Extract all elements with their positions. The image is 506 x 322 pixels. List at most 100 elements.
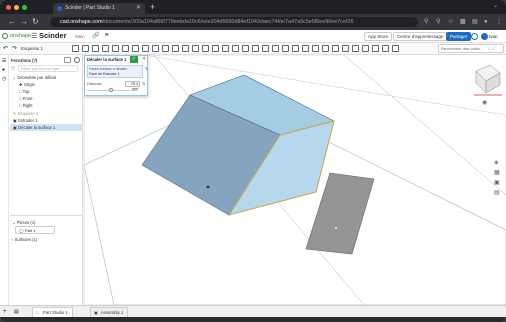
redo-icon[interactable]: ↷ <box>12 45 17 53</box>
browser-tab[interactable]: Scinder | Part Studio 1 ✕ <box>53 3 145 14</box>
boolean-tool-icon[interactable] <box>202 45 209 52</box>
feature-filter-input[interactable]: Filtrer par nom ou type <box>18 65 78 72</box>
tab-search-chevron-icon[interactable]: ⌄ <box>493 2 498 9</box>
user-name[interactable]: Ivan <box>489 33 498 40</box>
replace-face-tool-icon[interactable] <box>292 45 299 52</box>
add-custom-tool-icon[interactable] <box>392 45 399 52</box>
split-tool-icon[interactable] <box>212 45 219 52</box>
feature-item-extrude[interactable]: ▣ Extruder 1 <box>13 117 37 124</box>
insert-tab-icon[interactable]: + <box>3 307 7 317</box>
feature-item-sketch[interactable]: ✎ Esquisse 1 <box>13 110 38 117</box>
collapse-panel-icon[interactable] <box>64 57 71 63</box>
maximize-window-icon[interactable] <box>22 5 27 10</box>
bookmark-star-icon[interactable]: ☆ <box>448 17 453 27</box>
section-view-tool-icon[interactable] <box>332 45 339 52</box>
helix-tool-icon[interactable] <box>242 45 249 52</box>
custom-feature-tool-icon[interactable] <box>352 45 359 52</box>
display-tool-icon[interactable] <box>362 45 369 52</box>
browser-menu-icon[interactable]: ⋮ <box>496 17 502 27</box>
document-title[interactable]: Scinder <box>39 31 67 41</box>
section-icon[interactable]: ▦ <box>494 169 500 176</box>
sweep-tool-icon[interactable] <box>92 45 99 52</box>
transform-tool-icon[interactable] <box>222 45 229 52</box>
variable-tool-icon[interactable] <box>342 45 349 52</box>
app-store-button[interactable]: App Store <box>364 32 393 41</box>
fillet-tool-icon[interactable] <box>122 45 129 52</box>
branch-label[interactable]: Main <box>75 33 85 40</box>
minimize-window-icon[interactable] <box>14 5 19 10</box>
parts-group[interactable]: ⌄ Pièces (1) <box>12 219 36 226</box>
onshape-brand[interactable]: onshape <box>10 32 31 41</box>
origin-item[interactable]: ✚ Origin <box>19 81 35 88</box>
surfaces-group[interactable]: › Surfaces (1) <box>12 236 37 243</box>
tab-part-studio[interactable]: □ Part Studio 1 <box>32 307 73 317</box>
sketch-tool-button[interactable]: Esquisse 1 <box>21 45 43 53</box>
mirror-tool-icon[interactable] <box>192 45 199 52</box>
loft-tool-icon[interactable] <box>102 45 109 52</box>
faces-selection-field[interactable]: Faces surface à décaler Face de Extruder… <box>87 65 143 78</box>
profile-icon[interactable]: ● <box>484 17 488 27</box>
undo-icon[interactable]: ↶ <box>3 45 8 53</box>
view-cube[interactable] <box>474 64 502 96</box>
materials-icon[interactable]: ▣ <box>494 179 500 186</box>
tab-assembly[interactable]: ▣ Assembly 1 <box>90 307 129 317</box>
filter-icon[interactable]: ▽ <box>11 66 15 72</box>
rib-tool-icon[interactable] <box>152 45 159 52</box>
share-button[interactable]: Partager <box>446 32 472 41</box>
url-field[interactable]: cad.onshape.com/documents/300a104af66f77… <box>50 17 418 27</box>
avatar[interactable] <box>481 33 488 40</box>
draft-tool-icon[interactable] <box>142 45 149 52</box>
feature-item-offset-surface[interactable]: ▣ Décaler la surface 1 <box>10 124 82 131</box>
move-face-tool-icon[interactable] <box>282 45 289 52</box>
versions-icon[interactable]: ⚑ <box>104 32 109 41</box>
rollback-clock-icon[interactable] <box>74 57 80 63</box>
menu-hamburger-icon[interactable]: ☰ <box>31 32 37 41</box>
appearance-icon[interactable]: ◈ <box>494 159 499 166</box>
reading-list-icon[interactable]: ▤ <box>472 17 478 27</box>
features-header[interactable]: Fonctions (7) <box>11 57 37 64</box>
tab-manager-icon[interactable]: ▤ <box>14 307 19 317</box>
mass-properties-icon[interactable]: ▤ <box>494 189 500 196</box>
distance-input[interactable]: 25.4 mm <box>125 81 140 91</box>
hole-tool-icon[interactable] <box>172 45 179 52</box>
sheet-metal-tool-icon[interactable] <box>302 45 309 52</box>
fill-tool-icon[interactable] <box>262 45 269 52</box>
offset-surface-tool-icon[interactable] <box>252 45 259 52</box>
tool-search-input[interactable]: Rechercher des outils... ⌥ C <box>438 44 504 53</box>
forward-arrow-icon[interactable]: → <box>20 17 28 27</box>
plane-item-front[interactable]: □ Front <box>19 95 32 102</box>
render-tool-icon[interactable] <box>382 45 389 52</box>
link-icon[interactable]: 🔗 <box>92 32 99 41</box>
view-tool-icon[interactable] <box>372 45 379 52</box>
delete-face-tool-icon[interactable] <box>272 45 279 52</box>
opposite-direction-icon[interactable]: ⇅ <box>142 81 145 86</box>
flip-direction-icon[interactable]: ⇅ <box>145 66 148 71</box>
close-window-icon[interactable] <box>6 5 11 10</box>
comments-icon[interactable]: ● <box>2 67 5 73</box>
help-icon[interactable] <box>471 33 478 40</box>
tab-close-icon[interactable]: ✕ <box>136 3 141 14</box>
back-arrow-icon[interactable]: ← <box>8 17 16 27</box>
shell-tool-icon[interactable] <box>162 45 169 52</box>
plane-item-top[interactable]: □ Top <box>19 88 29 95</box>
learning-center-button[interactable]: Centre d'apprentissage <box>393 32 448 41</box>
graphics-viewport[interactable]: Décaler la surface 1 ✓ ✕ Faces surface à… <box>84 55 506 305</box>
extension-puzzle-icon[interactable]: ▩ <box>460 17 466 27</box>
history-icon[interactable]: ◷ <box>2 76 6 82</box>
plane-tool-icon[interactable] <box>232 45 239 52</box>
chamfer-tool-icon[interactable] <box>132 45 139 52</box>
thicken-tool-icon[interactable] <box>112 45 119 52</box>
onshape-logo-icon[interactable] <box>2 33 8 39</box>
zoom-icon[interactable]: ⚲ <box>436 17 440 27</box>
part-item[interactable]: ◯ Part 1 <box>15 226 55 234</box>
features-list-icon[interactable]: ☰ <box>2 58 6 64</box>
frame-tool-icon[interactable] <box>312 45 319 52</box>
new-tab-icon[interactable]: + <box>150 2 155 13</box>
accept-checkmark-icon[interactable]: ✓ <box>130 56 138 63</box>
extrude-tool-icon[interactable] <box>72 45 79 52</box>
default-geometry-group[interactable]: ⌄ Géométrie par défaut <box>12 74 56 81</box>
revolve-tool-icon[interactable] <box>82 45 89 52</box>
reload-icon[interactable]: ↻ <box>32 17 39 27</box>
distance-slider-handle[interactable] <box>109 88 113 92</box>
view-options-icon[interactable]: ◉ <box>482 99 487 106</box>
